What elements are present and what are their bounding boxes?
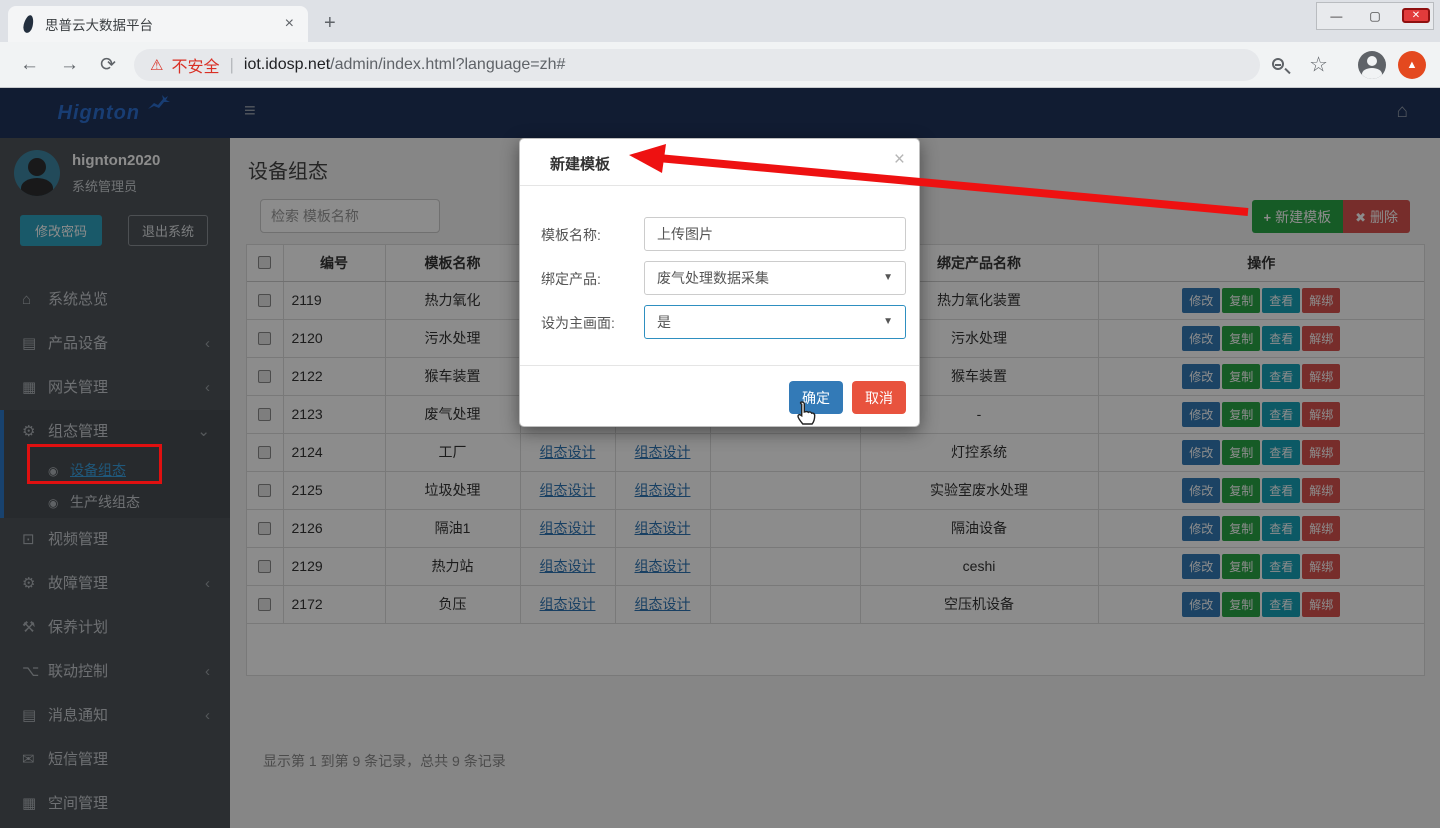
close-annotation-badge: ✕: [1402, 8, 1430, 23]
minimize-button[interactable]: —: [1317, 3, 1356, 29]
restore-button[interactable]: ▢: [1356, 3, 1395, 29]
confirm-button[interactable]: 确定: [789, 381, 843, 414]
tab-strip: 思普云大数据平台 × + — ▢ ✕ ✕: [0, 0, 1440, 42]
modal-header: 新建模板 ×: [520, 139, 919, 186]
browser-toolbar: ← → ⟳ ⚠ 不安全 | iot.idosp.net/admin/index.…: [0, 42, 1440, 88]
field-row-template-name: 模板名称:: [520, 217, 921, 251]
field-row-main-screen: 设为主画面: 是 ▼: [520, 305, 921, 339]
profile-avatar-icon[interactable]: [1358, 51, 1386, 79]
chevron-down-icon: ▼: [883, 306, 893, 338]
browser-tab[interactable]: 思普云大数据平台 ×: [8, 6, 308, 42]
url-bar[interactable]: ⚠ 不安全 | iot.idosp.net/admin/index.html?l…: [134, 49, 1260, 81]
extension-icon[interactable]: ▲: [1398, 51, 1426, 79]
template-name-input[interactable]: [644, 217, 906, 251]
url-host: iot.idosp.net: [244, 56, 330, 74]
tab-close-icon[interactable]: ×: [281, 15, 298, 33]
bound-product-select[interactable]: 废气处理数据采集 ▼: [644, 261, 906, 295]
field-label: 模板名称:: [541, 225, 601, 245]
forward-icon[interactable]: →: [60, 54, 79, 76]
url-path: /admin/index.html?language=zh#: [330, 56, 565, 74]
back-icon[interactable]: ←: [20, 54, 39, 76]
cancel-button[interactable]: 取消: [852, 381, 906, 414]
select-value: 废气处理数据采集: [657, 270, 769, 286]
main-screen-select[interactable]: 是 ▼: [644, 305, 906, 339]
zoom-out-icon[interactable]: [1272, 58, 1284, 70]
select-value: 是: [657, 314, 671, 330]
modal-title: 新建模板: [550, 153, 610, 174]
modal-footer: 确定 取消: [520, 365, 919, 426]
field-label: 设为主画面:: [541, 313, 615, 333]
admin-app: ≡ ⌂ Hignton hignton2020 系统管理员 修改密码 退出系统 …: [0, 88, 1440, 828]
not-secure-label[interactable]: 不安全: [171, 53, 219, 77]
modal-close-icon[interactable]: ×: [894, 149, 905, 171]
not-secure-warning-icon: ⚠: [150, 56, 163, 74]
tab-title: 思普云大数据平台: [45, 14, 281, 34]
chevron-down-icon: ▼: [883, 262, 893, 294]
new-template-modal: 新建模板 × 模板名称: 绑定产品: 废气处理数据采集 ▼ 设为主画面: 是 ▼…: [519, 138, 920, 427]
browser-chrome: 思普云大数据平台 × + — ▢ ✕ ✕ ← → ⟳ ⚠ 不安全 | iot.i…: [0, 0, 1440, 88]
reload-icon[interactable]: ⟳: [100, 53, 116, 76]
favicon-icon: [22, 14, 35, 34]
new-tab-button[interactable]: +: [324, 12, 336, 35]
bookmark-star-icon[interactable]: ☆: [1309, 52, 1328, 77]
field-row-bound-product: 绑定产品: 废气处理数据采集 ▼: [520, 261, 921, 295]
url-divider: |: [229, 55, 233, 75]
field-label: 绑定产品:: [541, 269, 601, 289]
